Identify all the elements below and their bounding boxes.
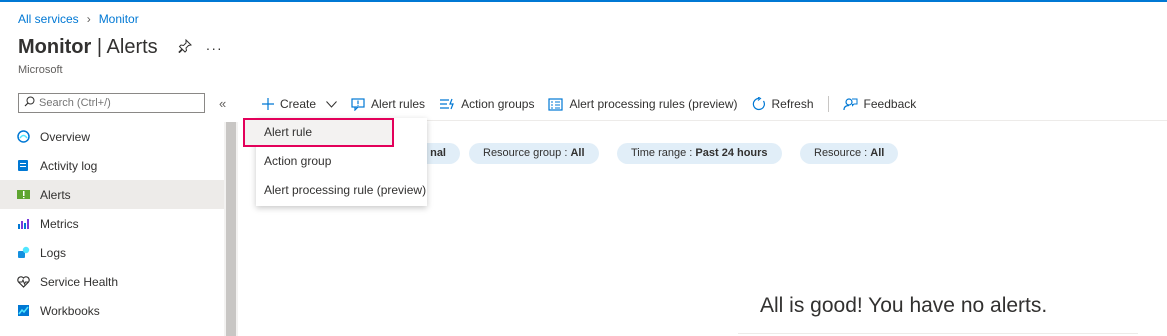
alert-processing-rules-button[interactable]: Alert processing rules (preview) [548, 97, 738, 111]
search-box[interactable] [18, 93, 205, 113]
pin-icon[interactable] [177, 38, 192, 56]
alert-processing-rules-icon [548, 97, 564, 111]
menu-item-alert-processing-rule[interactable]: Alert processing rule (preview) [256, 176, 427, 205]
sidebar-item-alerts[interactable]: Alerts [0, 180, 224, 209]
metrics-icon [16, 217, 30, 231]
feedback-label: Feedback [863, 97, 917, 111]
alert-rules-label: Alert rules [371, 97, 426, 111]
collapse-sidebar-icon[interactable]: « [219, 96, 226, 111]
action-groups-icon [439, 98, 455, 110]
sidebar-item-label: Activity log [40, 158, 98, 173]
sidebar-item-label: Metrics [40, 216, 79, 231]
sidebar-item-label: Overview [40, 129, 91, 144]
sidebar-item-service-health[interactable]: Service Health [0, 267, 224, 296]
alert-rules-icon [351, 97, 365, 111]
search-icon [24, 96, 35, 110]
empty-state-message: All is good! You have no alerts. [760, 294, 1048, 317]
chevron-down-icon [326, 100, 337, 108]
filter-pill-label: Resource : [814, 147, 871, 159]
filter-pill-value: All [870, 147, 885, 159]
page-title-service: Monitor [18, 36, 92, 58]
sidebar-item-overview[interactable]: Overview [0, 122, 224, 151]
alert-rules-button[interactable]: Alert rules [351, 97, 425, 111]
plus-icon [262, 98, 274, 110]
page-subtitle: Microsoft [18, 64, 63, 76]
heart-icon [16, 275, 30, 289]
create-dropdown-menu: Alert rule Action group Alert processing… [243, 118, 427, 206]
overview-icon [16, 130, 30, 144]
refresh-icon [752, 97, 766, 111]
feedback-button[interactable]: Feedback [842, 97, 917, 111]
create-label: Create [280, 97, 317, 111]
sidebar-item-label: Logs [40, 245, 67, 260]
filter-pill-time-range[interactable]: Time range : Past 24 hours [617, 143, 782, 164]
filter-pill-partial-value: nal [430, 147, 446, 159]
toolbar-divider [827, 96, 829, 112]
sidebar-item-activity-log[interactable]: Activity log [0, 151, 224, 180]
refresh-label: Refresh [771, 97, 814, 111]
alert-processing-rules-label: Alert processing rules (preview) [569, 97, 738, 111]
page-header: Monitor | Alerts ··· [18, 36, 223, 59]
search-input[interactable] [35, 97, 199, 109]
sidebar-item-label: Alerts [40, 187, 71, 202]
page-title-separator: | [91, 36, 107, 58]
sidebar-item-label: Service Health [40, 274, 119, 289]
action-groups-label: Action groups [461, 97, 535, 111]
breadcrumb-monitor[interactable]: Monitor [99, 12, 139, 26]
filter-pill-value: Past 24 hours [695, 147, 768, 159]
menu-item-action-group[interactable]: Action group [256, 147, 427, 176]
page-title: Monitor | Alerts [18, 36, 158, 59]
filter-pill-label: Time range : [631, 147, 696, 159]
create-button[interactable]: Create [262, 97, 337, 111]
breadcrumb: All services › Monitor [18, 12, 139, 26]
filter-pill-resource[interactable]: Resource : All [800, 143, 899, 164]
action-groups-button[interactable]: Action groups [439, 97, 534, 111]
more-options-icon[interactable]: ··· [206, 40, 223, 56]
feedback-icon [842, 97, 858, 111]
workbooks-icon [16, 304, 30, 318]
sidebar-item-workbooks[interactable]: Workbooks [0, 296, 224, 325]
sidebar-item-logs[interactable]: Logs [0, 238, 224, 267]
filter-pill-value: All [570, 147, 585, 159]
filter-pill-resource-group[interactable]: Resource group : All [469, 143, 599, 164]
sidebar-item-metrics[interactable]: Metrics [0, 209, 224, 238]
command-bar: Create Alert rules Action groups Alert p… [262, 94, 930, 114]
chevron-right-icon: › [86, 12, 91, 26]
sidebar-item-label: Workbooks [40, 303, 100, 318]
activity-log-icon [16, 159, 30, 173]
page-title-blade: Alerts [106, 36, 158, 58]
sidebar: Overview Activity log Alerts Metrics Log… [0, 122, 224, 325]
menu-item-alert-rule[interactable]: Alert rule [243, 118, 394, 147]
alerts-icon [16, 188, 30, 202]
sidebar-scrollbar[interactable] [226, 122, 236, 336]
refresh-button[interactable]: Refresh [752, 97, 814, 111]
breadcrumb-all-services[interactable]: All services [18, 12, 79, 26]
logs-icon [16, 246, 30, 260]
filter-pill-label: Resource group : [483, 147, 571, 159]
